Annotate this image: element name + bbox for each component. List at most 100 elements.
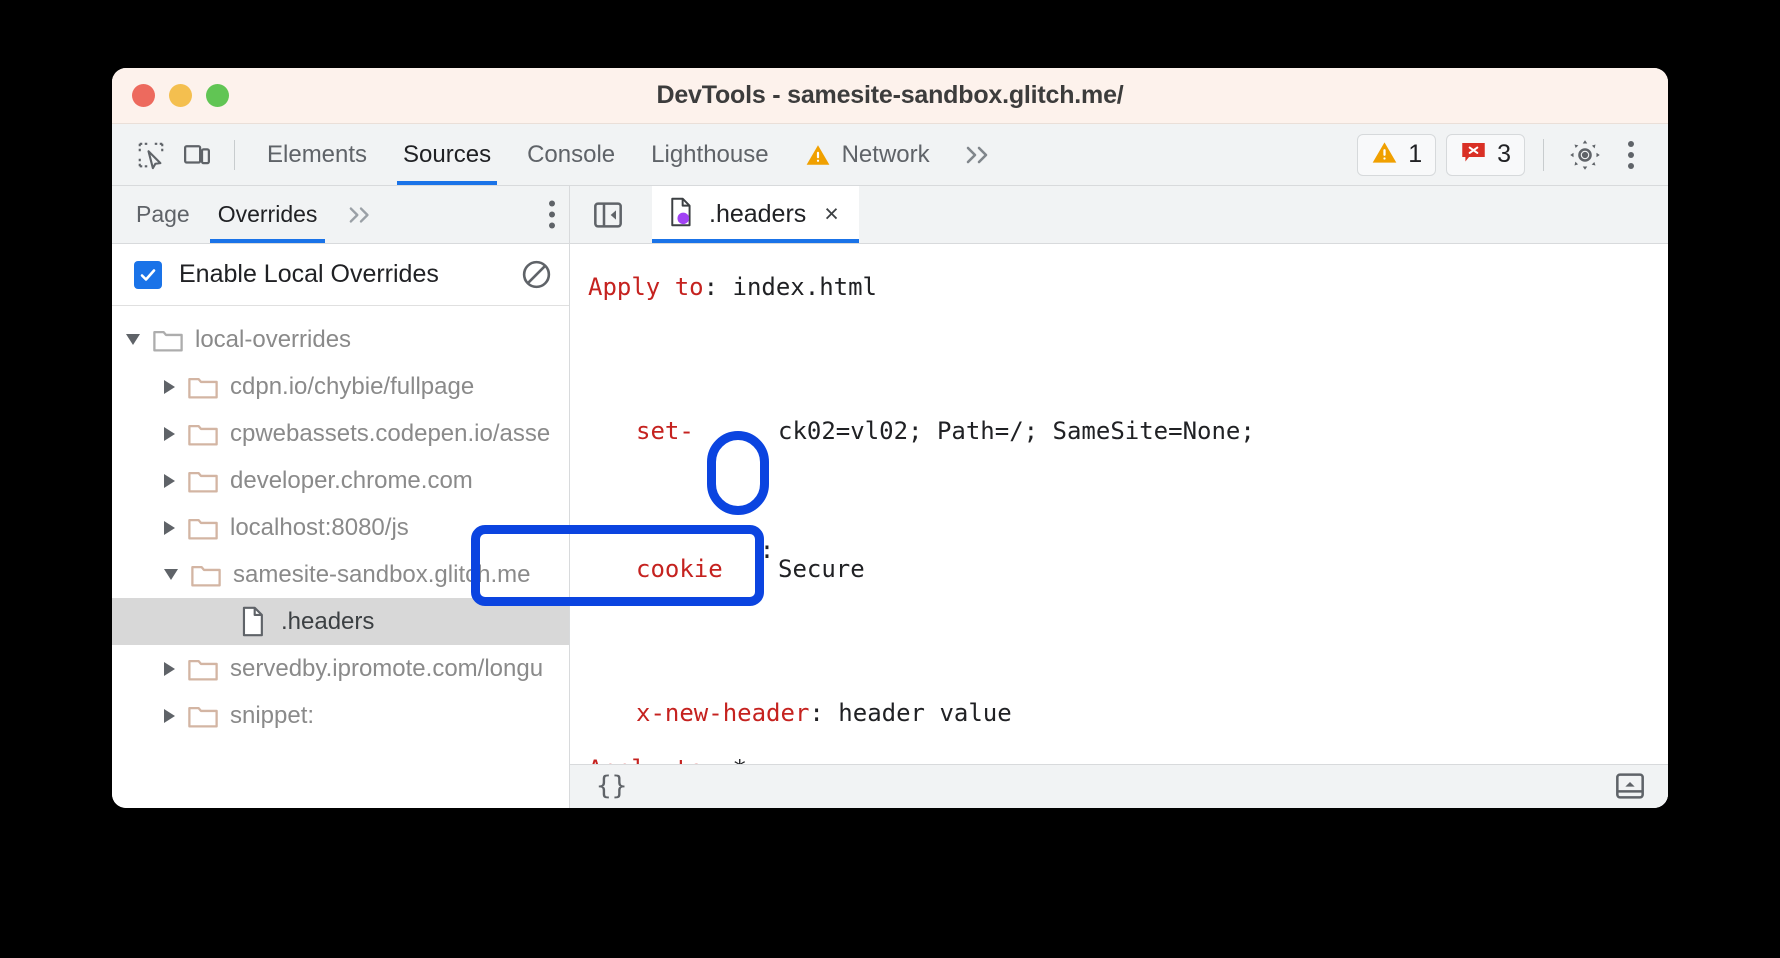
folder-icon	[188, 703, 218, 729]
folder-icon	[153, 327, 183, 353]
tab-lighthouse-label: Lighthouse	[651, 141, 768, 169]
device-toolbar-icon[interactable]	[174, 132, 220, 178]
screenshot-root: DevTools - samesite-sandbox.glitch.me/ E…	[0, 0, 1780, 958]
tree-row-label: snippet:	[230, 702, 314, 730]
header-name-set-cookie[interactable]: set- cookie	[588, 316, 756, 685]
errors-badge[interactable]: 3	[1446, 134, 1525, 176]
tree-folder-row[interactable]: servedby.ipromote.com/longu	[112, 645, 569, 692]
enable-local-overrides-row: Enable Local Overrides	[112, 244, 569, 306]
folder-icon	[188, 515, 218, 541]
chevron-down-icon[interactable]	[164, 569, 178, 580]
tree-row-label: developer.chrome.com	[230, 467, 473, 495]
more-navigator-tabs-chevron-icon[interactable]	[331, 203, 391, 227]
chevron-right-icon[interactable]	[164, 380, 175, 394]
kebab-menu-icon[interactable]	[1608, 132, 1654, 178]
apply-to-colon-2: :	[704, 754, 718, 764]
devtools-toolbar: Elements Sources Console Lighthouse	[112, 124, 1668, 186]
gear-icon[interactable]	[1562, 132, 1608, 178]
toolbar-divider	[1543, 139, 1544, 171]
tree-folder-row[interactable]: local-overrides	[112, 316, 569, 363]
header-name-line-1: set-	[636, 408, 756, 454]
apply-to-value-2[interactable]: *	[733, 754, 747, 764]
header-colon-x-new-header: :	[809, 698, 823, 730]
tab-elements[interactable]: Elements	[249, 124, 385, 185]
header-colon-set-cookie: :	[756, 316, 778, 685]
pretty-print-button[interactable]: {}	[596, 771, 627, 801]
tree-file-row[interactable]: .headers	[112, 598, 569, 645]
tree-folder-row[interactable]: snippet:	[112, 692, 569, 739]
nav-tab-page-label: Page	[136, 201, 190, 228]
chevron-down-icon[interactable]	[126, 334, 140, 345]
show-console-drawer-icon[interactable]	[1614, 770, 1646, 802]
editor-tab-headers[interactable]: .headers ×	[652, 186, 859, 243]
header-value-x-new-header[interactable]: header value	[838, 698, 1011, 730]
tab-network-label: Network	[842, 141, 930, 169]
tab-console[interactable]: Console	[509, 124, 633, 185]
close-icon[interactable]: ×	[824, 202, 839, 227]
tab-lighthouse[interactable]: Lighthouse	[633, 124, 786, 185]
tree-folder-row[interactable]: localhost:8080/js	[112, 504, 569, 551]
tab-network[interactable]: Network	[787, 124, 948, 185]
tree-row-label: local-overrides	[195, 326, 351, 354]
toolbar-divider	[234, 140, 235, 170]
editor-status-bar: {}	[570, 764, 1668, 809]
tab-sources-label: Sources	[403, 141, 491, 169]
folder-icon	[191, 562, 221, 588]
more-panels-chevron-icon[interactable]	[948, 142, 1010, 168]
folder-icon	[188, 468, 218, 494]
navigator-pane: Page Overrides	[112, 186, 570, 808]
error-cross-icon	[1460, 139, 1487, 171]
tree-folder-row[interactable]: samesite-sandbox.glitch.me	[112, 551, 569, 598]
tree-folder-row[interactable]: developer.chrome.com	[112, 457, 569, 504]
apply-to-row-2[interactable]: Apply to: *	[570, 754, 1668, 764]
inspect-element-icon[interactable]	[128, 132, 174, 178]
header-value-set-cookie[interactable]: ck02=vl02; Path=/; SameSite=None; Secure	[778, 316, 1255, 685]
tree-row-label: .headers	[281, 608, 374, 636]
chevron-right-icon[interactable]	[164, 662, 175, 676]
tab-sources[interactable]: Sources	[385, 124, 509, 185]
headers-editor-content[interactable]: Apply to: index.html set- cookie : ck02=	[570, 244, 1668, 764]
tree-folder-row[interactable]: cdpn.io/chybie/fullpage	[112, 363, 569, 410]
header-name-x-new-header[interactable]: x-new-header	[636, 698, 809, 730]
clear-configuration-icon[interactable]	[520, 258, 553, 291]
nav-tab-overrides[interactable]: Overrides	[204, 186, 332, 243]
warnings-badge[interactable]: 1	[1357, 134, 1436, 176]
chevron-right-icon[interactable]	[164, 521, 175, 535]
collapse-sidebar-icon[interactable]	[586, 193, 630, 237]
header-value-line-1: ck02=vl02; Path=/; SameSite=None;	[778, 408, 1255, 454]
navigator-tabbar: Page Overrides	[112, 186, 569, 244]
apply-to-value-1[interactable]: index.html	[733, 272, 878, 304]
error-count: 3	[1497, 140, 1511, 169]
overrides-file-tree: local-overrides cdpn.io/chybie/fullpage cp…	[112, 306, 569, 808]
tree-row-label: localhost:8080/js	[230, 514, 409, 542]
file-icon	[240, 606, 267, 637]
chevron-right-icon[interactable]	[164, 474, 175, 488]
header-row-x-new-header[interactable]: x-new-header: header value	[570, 698, 1668, 730]
tree-row-label: cdpn.io/chybie/fullpage	[230, 373, 474, 401]
header-row-set-cookie[interactable]: set- cookie : ck02=vl02; Path=/; SameSit…	[570, 316, 1668, 685]
header-value-line-2: Secure	[778, 546, 1255, 592]
apply-to-label-2: Apply to	[588, 754, 704, 764]
enable-local-overrides-checkbox[interactable]	[134, 261, 162, 289]
editor-pane: .headers × Apply to: index.html set- coo…	[570, 186, 1668, 808]
warning-count: 1	[1408, 140, 1422, 169]
window-titlebar: DevTools - samesite-sandbox.glitch.me/	[112, 68, 1668, 124]
nav-tab-page[interactable]: Page	[122, 186, 204, 243]
header-name-line-2: cookie	[636, 546, 756, 592]
apply-to-colon-1: :	[704, 272, 718, 304]
chevron-right-icon[interactable]	[164, 427, 175, 441]
apply-to-row-1[interactable]: Apply to: index.html	[570, 272, 1668, 304]
panel-split: Page Overrides	[112, 186, 1668, 808]
editor-tabbar: .headers ×	[570, 186, 1668, 244]
tree-row-label: servedby.ipromote.com/longu	[230, 655, 543, 683]
enable-local-overrides-label: Enable Local Overrides	[179, 260, 439, 289]
file-with-changes-icon	[668, 197, 695, 232]
tree-folder-row[interactable]: cpwebassets.codepen.io/asse	[112, 410, 569, 457]
apply-to-label-1: Apply to	[588, 272, 704, 304]
tree-row-label: samesite-sandbox.glitch.me	[233, 561, 530, 589]
folder-icon	[188, 656, 218, 682]
warning-triangle-icon	[805, 142, 831, 168]
window-title: DevTools - samesite-sandbox.glitch.me/	[112, 81, 1668, 110]
navigator-kebab-menu-icon[interactable]	[549, 198, 555, 231]
chevron-right-icon[interactable]	[164, 709, 175, 723]
